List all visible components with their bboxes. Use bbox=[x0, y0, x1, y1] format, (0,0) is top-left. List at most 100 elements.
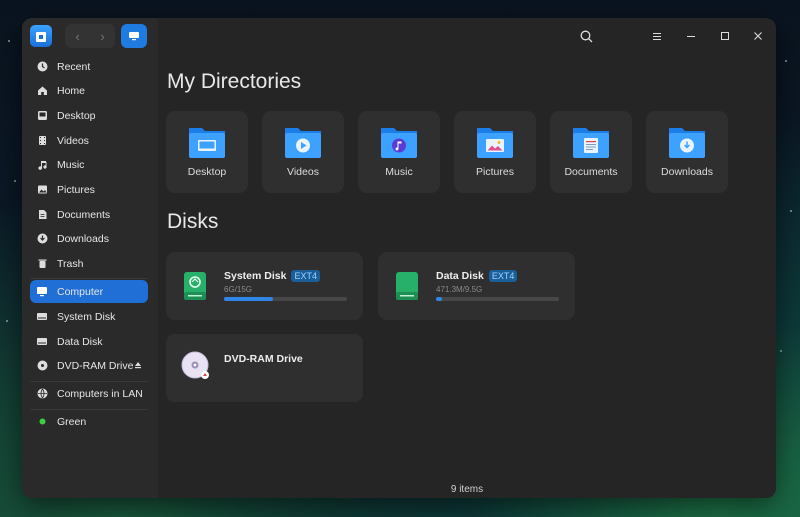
image-icon bbox=[36, 184, 48, 196]
directory-label: Pictures bbox=[476, 166, 514, 178]
sidebar-item-system-disk[interactable]: System Disk bbox=[30, 305, 148, 328]
menu-button[interactable] bbox=[647, 26, 667, 46]
minimize-button[interactable] bbox=[681, 26, 701, 46]
disk-name: System Disk EXT4 bbox=[224, 270, 320, 282]
sidebar-item-videos[interactable]: Videos bbox=[30, 129, 148, 152]
folder-pictures-icon bbox=[475, 124, 515, 160]
forward-button[interactable]: › bbox=[90, 24, 115, 48]
sidebar-item-trash[interactable]: Trash bbox=[30, 252, 148, 275]
sidebar-item-label: Green bbox=[57, 415, 87, 428]
directory-card-pictures[interactable]: Pictures bbox=[454, 111, 536, 193]
data-disk-icon bbox=[394, 270, 420, 302]
main-content: My Directories Desktop Videos Music Pict… bbox=[158, 54, 776, 498]
close-button[interactable] bbox=[748, 26, 768, 46]
directory-label: Downloads bbox=[661, 166, 713, 178]
disk-usage-bar bbox=[436, 297, 559, 301]
sidebar-item-desktop[interactable]: Desktop bbox=[30, 104, 148, 127]
disk-card-system-disk[interactable]: System Disk EXT4 6G/15G bbox=[166, 252, 363, 320]
disk-name: Data Disk EXT4 bbox=[436, 270, 518, 282]
sidebar-item-label: Music bbox=[57, 158, 85, 171]
folder-documents-icon bbox=[571, 124, 611, 160]
folder-downloads-icon bbox=[667, 124, 707, 160]
disk-name: DVD-RAM Drive bbox=[224, 353, 303, 365]
sidebar-item-downloads[interactable]: Downloads bbox=[30, 227, 148, 250]
sidebar-item-label: Documents bbox=[57, 208, 111, 221]
sidebar-item-label: Desktop bbox=[57, 109, 96, 122]
sidebar-item-label: System Disk bbox=[57, 310, 116, 323]
sidebar-item-label: Trash bbox=[57, 257, 84, 270]
back-button[interactable]: ‹ bbox=[65, 24, 90, 48]
disk-card-dvd-ram-drive[interactable]: DVD-RAM Drive bbox=[166, 334, 363, 402]
sidebar-item-computer[interactable]: Computer bbox=[30, 280, 148, 303]
computer-view-button[interactable] bbox=[121, 24, 147, 48]
sidebar-item-pictures[interactable]: Pictures bbox=[30, 178, 148, 201]
computer-view-icon bbox=[129, 32, 139, 41]
drive-icon bbox=[36, 336, 48, 348]
sidebar-item-recent[interactable]: Recent bbox=[30, 55, 148, 78]
close-icon bbox=[754, 32, 762, 40]
desktop-icon bbox=[36, 110, 48, 122]
directory-card-desktop[interactable]: Desktop bbox=[166, 111, 248, 193]
sidebar-item-documents[interactable]: Documents bbox=[30, 203, 148, 226]
filesystem-badge: EXT4 bbox=[291, 270, 320, 282]
directory-label: Desktop bbox=[187, 166, 227, 178]
disk-usage-bar bbox=[224, 297, 347, 301]
hamburger-menu-icon bbox=[653, 32, 661, 40]
sidebar-item-label: Home bbox=[57, 84, 86, 97]
disk-usage-bar-fill bbox=[224, 297, 274, 301]
disks-title: Disks bbox=[167, 210, 219, 233]
search-button[interactable] bbox=[576, 26, 596, 46]
chevron-left-icon: ‹ bbox=[75, 28, 80, 44]
clock-icon bbox=[36, 61, 48, 73]
sidebar-item-tag-green[interactable]: Green bbox=[30, 410, 148, 433]
directory-label: Videos bbox=[287, 166, 319, 178]
system-disk-icon bbox=[182, 270, 208, 302]
status-bar-item-count: 9 items bbox=[450, 484, 484, 495]
folder-music-icon bbox=[379, 124, 419, 160]
maximize-icon bbox=[721, 32, 729, 40]
sidebar: Recent Home Desktop Videos Music Picture… bbox=[22, 54, 158, 498]
music-note-icon bbox=[36, 159, 48, 171]
sidebar-item-computers-in-lan[interactable]: Computers in LAN bbox=[30, 382, 148, 405]
sidebar-item-data-disk[interactable]: Data Disk bbox=[30, 330, 148, 353]
sidebar-item-home[interactable]: Home bbox=[30, 79, 148, 102]
directory-card-downloads[interactable]: Downloads bbox=[646, 111, 728, 193]
sidebar-item-label: Pictures bbox=[57, 183, 95, 196]
sidebar-item-label: Computers in LAN bbox=[57, 387, 143, 400]
sidebar-item-dvd-ram-drive[interactable]: DVD-RAM Drive bbox=[30, 354, 148, 377]
chevron-right-icon: › bbox=[100, 28, 105, 44]
sidebar-item-label: Computer bbox=[57, 285, 104, 298]
directory-card-videos[interactable]: Videos bbox=[262, 111, 344, 193]
directory-card-documents[interactable]: Documents bbox=[550, 111, 632, 193]
sidebar-item-label: Videos bbox=[57, 134, 89, 147]
monitor-icon bbox=[36, 286, 48, 298]
sidebar-item-label: Data Disk bbox=[57, 335, 103, 348]
disk-name-text: Data Disk bbox=[436, 270, 484, 282]
drive-icon bbox=[36, 311, 48, 323]
disk-name-text: DVD-RAM Drive bbox=[224, 353, 303, 365]
disk-usage-text: 471.3M/9.5G bbox=[436, 285, 483, 294]
directory-card-music[interactable]: Music bbox=[358, 111, 440, 193]
disk-usage-bar-fill bbox=[436, 297, 443, 301]
network-icon bbox=[36, 388, 48, 400]
maximize-button[interactable] bbox=[715, 26, 735, 46]
dvd-disc-icon bbox=[180, 350, 212, 382]
tag-dot-icon bbox=[36, 416, 48, 428]
trash-icon bbox=[36, 258, 48, 270]
sidebar-item-label: Recent bbox=[57, 60, 91, 73]
filesystem-badge: EXT4 bbox=[488, 270, 518, 282]
eject-icon[interactable] bbox=[134, 360, 142, 372]
disk-card-data-disk[interactable]: Data Disk EXT4 471.3M/9.5G bbox=[378, 252, 575, 320]
folder-desktop-icon bbox=[187, 124, 227, 160]
home-icon bbox=[36, 85, 48, 97]
sidebar-item-label: DVD-RAM Drive bbox=[57, 359, 134, 372]
sidebar-item-music[interactable]: Music bbox=[30, 153, 148, 176]
titlebar bbox=[158, 18, 776, 54]
search-icon bbox=[580, 30, 592, 42]
minimize-icon bbox=[687, 36, 695, 37]
file-manager-window: ‹ › Recent Home Desktop Videos Music Pic… bbox=[22, 18, 776, 498]
my-directories-title: My Directories bbox=[167, 70, 302, 93]
film-icon bbox=[36, 135, 48, 147]
sidebar-item-label: Downloads bbox=[57, 232, 109, 245]
directory-label: Music bbox=[385, 166, 413, 178]
